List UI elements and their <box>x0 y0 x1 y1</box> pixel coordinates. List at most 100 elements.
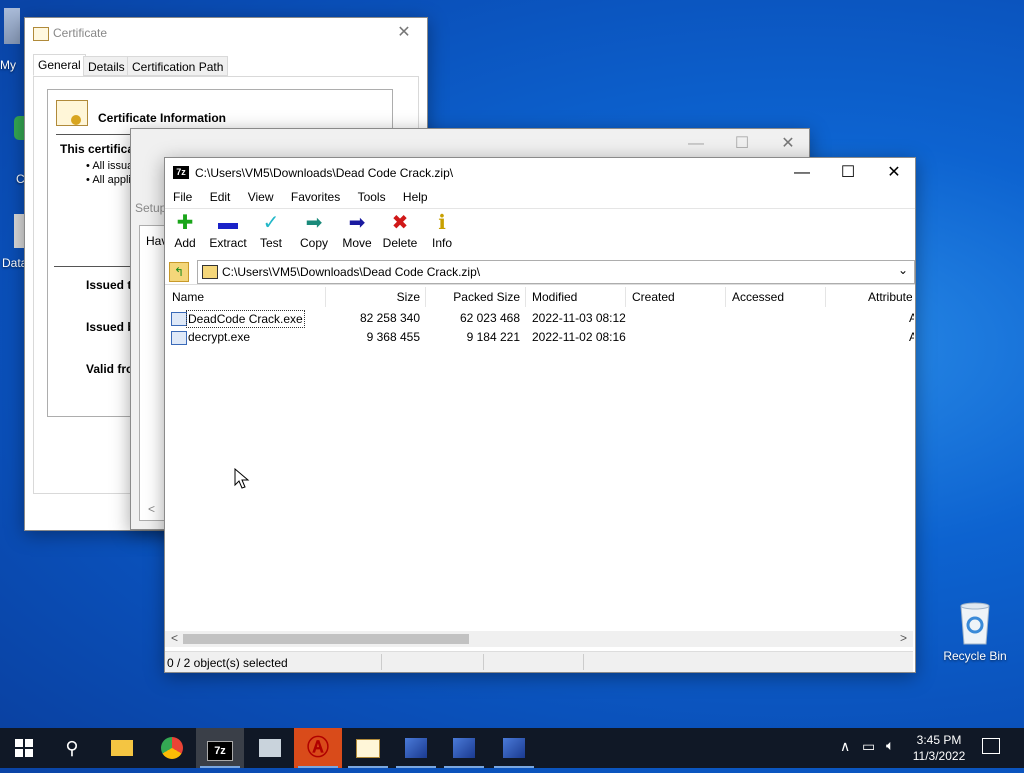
network-icon[interactable]: ▭ <box>862 738 875 755</box>
file-name[interactable]: DeadCode Crack.exe <box>186 310 305 328</box>
column-header-name[interactable]: Name <box>172 290 204 308</box>
test-button[interactable]: ✓ Test <box>250 212 292 252</box>
setup-minimize-button[interactable]: — <box>673 129 719 159</box>
tab-details[interactable]: Details <box>83 56 130 76</box>
test-label: Test <box>259 236 282 250</box>
taskbar-network-app-3[interactable] <box>490 728 538 768</box>
column-header-accessed[interactable]: Accessed <box>732 290 784 308</box>
recycle-bin[interactable]: Recycle Bin <box>940 600 1010 663</box>
setup-scroll-left-button[interactable]: < <box>148 502 155 516</box>
status-bar: 0 / 2 object(s) selected <box>165 651 913 672</box>
sevenzip-icon: 7z <box>207 741 233 761</box>
menu-file[interactable]: File <box>173 190 192 204</box>
taskbar-network-app-1[interactable] <box>392 728 440 768</box>
info-icon: ℹ <box>438 212 446 234</box>
start-button[interactable] <box>0 728 48 768</box>
mouse-cursor-icon <box>234 468 250 489</box>
taskbar-7zip[interactable]: 7z <box>196 728 244 768</box>
menu-favorites[interactable]: Favorites <box>291 190 340 204</box>
move-arrow-icon: ➡ <box>348 212 366 234</box>
taskbar-red-app[interactable]: Ⓐ <box>294 728 342 768</box>
desktop-icon-label: My <box>0 58 16 72</box>
exe-file-icon <box>171 312 187 326</box>
minus-icon: ▬ <box>218 212 238 234</box>
address-bar[interactable]: C:\Users\VM5\Downloads\Dead Code Crack.z… <box>197 260 915 284</box>
certificate-info-header: Certificate Information <box>98 111 227 125</box>
certificate-title: Certificate <box>53 26 108 40</box>
valid-from-label: Valid fro <box>86 362 134 376</box>
copy-button[interactable]: ➡ Copy <box>293 212 335 252</box>
network-computers-icon <box>503 738 525 758</box>
delete-button[interactable]: ✖ Delete <box>379 212 421 252</box>
issued-to-label: Issued t <box>86 278 132 292</box>
taskbar-chrome[interactable] <box>148 728 196 768</box>
info-button[interactable]: ℹ Info <box>421 212 463 252</box>
scrollbar-thumb[interactable] <box>183 634 469 644</box>
volume-icon[interactable]: 🔈︎ <box>886 737 894 754</box>
column-header-modified[interactable]: Modified <box>532 290 577 308</box>
setup-close-button[interactable]: ✕ <box>765 129 811 159</box>
menu-tools[interactable]: Tools <box>358 190 386 204</box>
plus-icon: ✚ <box>176 212 194 234</box>
column-header-packed-size[interactable]: Packed Size <box>430 290 520 308</box>
archive-icon <box>202 265 218 279</box>
clock-date: 11/3/2022 <box>912 749 966 763</box>
network-computers-icon <box>405 738 427 758</box>
certificate-close-button[interactable]: ✕ <box>381 18 427 48</box>
sevenzip-close-button[interactable]: ✕ <box>871 158 917 188</box>
column-header-size[interactable]: Size <box>330 290 420 308</box>
sevenzip-maximize-button[interactable]: ☐ <box>825 158 871 188</box>
menu-help[interactable]: Help <box>403 190 428 204</box>
file-modified: 2022-11-03 08:12 <box>532 311 626 325</box>
taskbar-file-explorer[interactable] <box>98 728 146 768</box>
file-size: 9 368 455 <box>366 330 420 344</box>
recycle-bin-icon <box>960 602 990 645</box>
menubar: File Edit View Favorites Tools Help <box>173 190 442 204</box>
check-icon: ✓ <box>262 212 280 234</box>
tab-general[interactable]: General <box>33 54 86 76</box>
desktop-icon-left-1[interactable] <box>4 8 20 44</box>
move-button[interactable]: ➡ Move <box>336 212 378 252</box>
file-name[interactable]: decrypt.exe <box>188 329 250 345</box>
windows-logo-icon <box>15 739 33 757</box>
sevenzip-minimize-button[interactable]: — <box>779 158 825 188</box>
setup-maximize-button[interactable]: ☐ <box>719 129 765 159</box>
search-button[interactable]: ⚲ <box>48 728 96 768</box>
menu-view[interactable]: View <box>248 190 274 204</box>
app-desktop-icon[interactable] <box>14 214 24 248</box>
recycle-bin-label: Recycle Bin <box>943 649 1007 663</box>
network-computers-icon <box>453 738 475 758</box>
add-label: Add <box>174 236 196 250</box>
column-header-created[interactable]: Created <box>632 290 675 308</box>
scroll-right-button[interactable]: > <box>900 631 907 645</box>
tab-certification-path[interactable]: Certification Path <box>127 56 229 76</box>
issued-by-label: Issued b <box>86 320 135 334</box>
notification-icon[interactable] <box>982 738 1000 754</box>
search-icon: ⚲ <box>65 738 79 758</box>
file-attributes: A <box>909 330 914 344</box>
taskbar-network-app-2[interactable] <box>440 728 488 768</box>
taskbar-certificate[interactable] <box>344 728 392 768</box>
up-folder-icon[interactable]: ↰ <box>169 262 189 282</box>
chrome-desktop-icon[interactable] <box>14 116 24 140</box>
move-label: Move <box>342 236 372 250</box>
file-modified: 2022-11-02 08:16 <box>532 330 626 344</box>
certificate-titlebar[interactable]: Certificate ✕ <box>25 18 427 48</box>
scroll-left-button[interactable]: < <box>171 631 178 645</box>
taskbar-setup-app[interactable] <box>246 728 294 768</box>
add-button[interactable]: ✚ Add <box>164 212 206 252</box>
extract-button[interactable]: ▬ Extract <box>207 212 249 252</box>
menu-edit[interactable]: Edit <box>210 190 231 204</box>
folder-icon <box>111 740 133 756</box>
certificate-icon <box>356 739 380 758</box>
chevron-down-icon[interactable]: ⌄ <box>898 263 908 277</box>
file-size: 82 258 340 <box>359 311 420 325</box>
chevron-up-icon[interactable]: ∧ <box>840 738 850 755</box>
horizontal-scrollbar[interactable]: < > <box>165 631 913 647</box>
file-packed-size: 9 184 221 <box>466 330 520 344</box>
certificate-info-icon <box>56 100 88 126</box>
clock[interactable]: 3:45 PM 11/3/2022 <box>912 732 966 764</box>
column-header-attributes[interactable]: Attribute <box>868 290 912 308</box>
taskbar: ⚲ 7z Ⓐ ∧ ▭ 🔈︎ 3:45 PM 11/3/2022 <box>0 728 1024 768</box>
sevenzip-titlebar[interactable]: 7z C:\Users\VM5\Downloads\Dead Code Crac… <box>165 158 915 188</box>
